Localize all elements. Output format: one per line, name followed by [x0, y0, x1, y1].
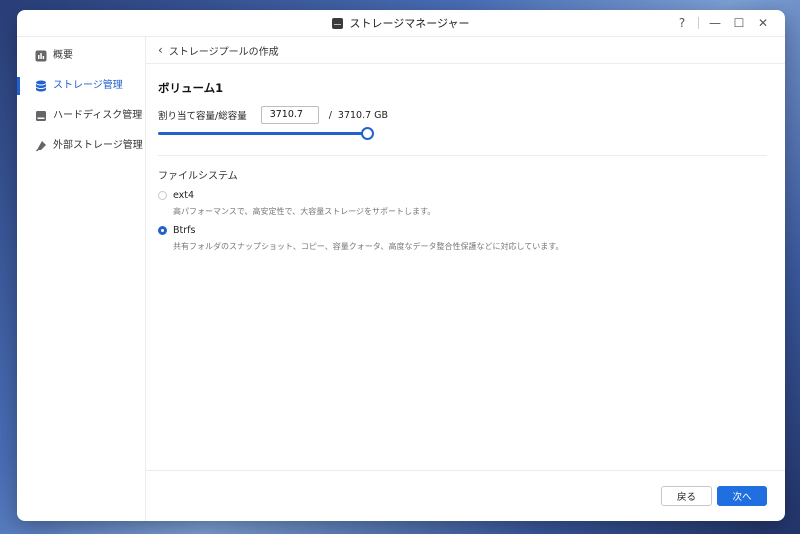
title-bar[interactable]: ストレージマネージャー ? — ☐ ✕: [17, 10, 785, 37]
radio-label: Btrfs: [173, 225, 196, 236]
next-button[interactable]: 次へ: [717, 486, 767, 506]
usb-icon: [35, 141, 46, 152]
sidebar-item-overview[interactable]: 概要: [17, 49, 145, 63]
radio-btrfs[interactable]: Btrfs: [158, 225, 195, 236]
radio-checked-icon[interactable]: [158, 226, 167, 235]
controls-divider: [698, 17, 699, 29]
sidebar-item-label: ハードディスク管理: [53, 110, 143, 121]
allocation-label: 割り当て容量/総容量: [158, 111, 247, 122]
sidebar-item-external[interactable]: 外部ストレージ管理: [17, 139, 145, 153]
hdd-icon: [36, 111, 46, 121]
volume-title: ボリューム1: [158, 81, 224, 95]
radio-unchecked-icon[interactable]: [158, 191, 167, 200]
allocation-separator: /: [328, 109, 332, 121]
sidebar-item-label: 概要: [53, 50, 73, 61]
dashboard-icon: [35, 50, 47, 62]
minimize-button[interactable]: —: [703, 16, 727, 30]
allocation-row: 割り当て容量/総容量 3710.7 / 3710.7 GB: [158, 106, 388, 124]
btrfs-description: 共有フォルダのスナップショット、コピー、容量クォータ、高度なデータ整合性保護など…: [173, 242, 564, 251]
help-button[interactable]: ?: [670, 16, 694, 30]
sidebar-item-label: ストレージ管理: [53, 80, 123, 91]
window-title: ストレージマネージャー: [349, 17, 470, 30]
sidebar-item-hdd[interactable]: ハードディスク管理: [17, 109, 145, 123]
main-content: ‹ ストレージプールの作成 ボリューム1 割り当て容量/総容量 3710.7 /…: [146, 37, 785, 521]
sidebar-item-label: 外部ストレージ管理: [53, 140, 143, 151]
maximize-button[interactable]: ☐: [727, 16, 751, 30]
breadcrumb: ‹ ストレージプールの作成: [146, 37, 785, 64]
section-divider: [158, 155, 767, 156]
chevron-left-icon[interactable]: ‹: [158, 43, 163, 57]
filesystem-label: ファイルシステム: [158, 171, 238, 182]
total-capacity: 3710.7 GB: [337, 109, 389, 121]
sidebar-item-storage[interactable]: ストレージ管理: [17, 77, 145, 95]
allocation-input[interactable]: 3710.7: [260, 106, 319, 124]
window-controls: ? — ☐ ✕: [670, 10, 775, 36]
footer: 戻る 次へ: [146, 470, 785, 521]
sidebar: 概要 ストレージ管理 ハードディスク管理 外部ストレージ管理: [17, 37, 146, 521]
radio-ext4[interactable]: ext4: [158, 190, 194, 201]
back-button[interactable]: 戻る: [661, 486, 712, 506]
ext4-description: 高パフォーマンスで、高安定性で、大容量ストレージをサポートします。: [173, 207, 436, 216]
database-icon: [36, 80, 46, 92]
storage-manager-window: ストレージマネージャー ? — ☐ ✕ 概要 ストレージ管理 ハードディスク管理…: [17, 10, 785, 521]
radio-label: ext4: [173, 190, 195, 201]
storage-manager-app-icon: [332, 17, 344, 29]
page-title: ストレージプールの作成: [168, 46, 279, 58]
close-button[interactable]: ✕: [751, 16, 775, 30]
allocation-slider[interactable]: [158, 127, 374, 140]
slider-handle[interactable]: [361, 127, 374, 140]
